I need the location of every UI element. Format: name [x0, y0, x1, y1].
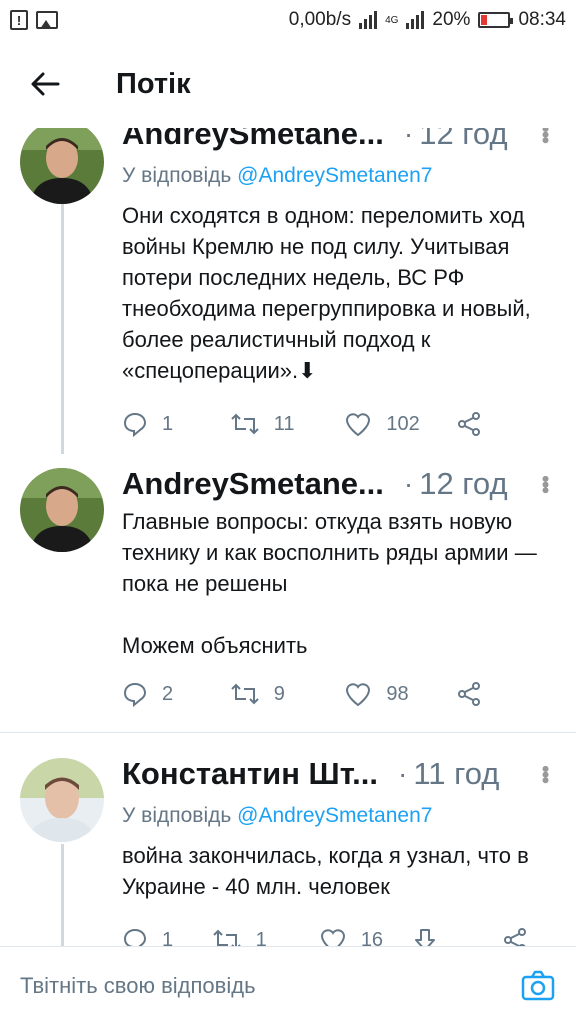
retweet-icon [212, 929, 241, 946]
page-title: Потік [116, 67, 191, 100]
more-options-icon[interactable]: ••• [533, 475, 558, 492]
reply-context: У відповідь @AndreySmetanen7 [122, 804, 432, 828]
like-button[interactable]: 16 [319, 927, 413, 946]
reply-icon [123, 928, 147, 946]
author-name[interactable]: AndreySmetane... [122, 128, 384, 152]
camera-icon[interactable] [520, 968, 556, 1004]
reply-button[interactable]: 1 [122, 927, 212, 946]
tweet-actions: 2 9 98 [122, 674, 496, 714]
reply-input[interactable]: Твітніть свою відповідь [20, 973, 520, 999]
reply-count: 1 [162, 412, 174, 435]
signal-icon [406, 11, 425, 29]
like-button[interactable]: 98 [344, 681, 456, 707]
share-icon [457, 412, 480, 436]
like-count: 16 [360, 928, 384, 947]
reply-button[interactable]: 2 [122, 681, 230, 707]
retweet-count: 9 [273, 682, 285, 705]
retweet-count: 1 [255, 928, 267, 947]
retweet-count: 11 [273, 412, 295, 435]
reply-icon [123, 412, 147, 437]
author-name[interactable]: Константин Шт... [122, 756, 378, 792]
reply-prefix: У відповідь [122, 164, 232, 187]
arrow-left-icon [31, 72, 60, 96]
network-type: 4G [385, 14, 399, 26]
share-icon [457, 682, 480, 706]
retweet-button[interactable]: 1 [212, 927, 319, 946]
image-icon [36, 11, 58, 29]
reply-handle-link[interactable]: @AndreySmetanen7 [237, 164, 432, 187]
signal-icon [359, 11, 378, 29]
heart-icon [346, 683, 371, 707]
divider [0, 732, 576, 733]
reply-prefix: У відповідь [122, 804, 232, 827]
tweet[interactable]: Константин Шт... · 11 год ••• У відповід… [0, 748, 576, 946]
clock: 08:34 [518, 9, 566, 30]
battery-percent: 20% [432, 9, 471, 30]
tweet-actions: 1 1 16 [122, 920, 542, 946]
network-speed: 0,00b/s [288, 9, 352, 30]
battery-icon [478, 12, 514, 28]
top-app-bar: Потік [0, 40, 576, 128]
retweet-button[interactable]: 11 [230, 411, 345, 437]
like-button[interactable]: 102 [344, 411, 456, 437]
retweet-button[interactable]: 9 [230, 681, 345, 707]
separator: · [403, 468, 414, 499]
tweet-text: война закончилась, когда я узнал, что в … [122, 843, 529, 899]
vote-down-button[interactable] [412, 927, 502, 946]
status-bar: ! 0,00b/s 4G 20% 08:34 [0, 0, 576, 40]
more-options-icon[interactable]: ••• [533, 765, 558, 782]
reply-button[interactable]: 1 [122, 411, 230, 437]
reply-handle-link[interactable]: @AndreySmetanen7 [237, 804, 432, 827]
reply-icon [123, 682, 147, 707]
reply-count: 1 [162, 928, 174, 947]
alert-icon: ! [10, 10, 28, 30]
avatar[interactable] [20, 468, 104, 552]
reply-context: У відповідь @AndreySmetanen7 [122, 164, 432, 188]
share-button[interactable] [456, 681, 496, 707]
tweet-text: Они сходятся в одном: переломить ход вой… [122, 203, 531, 383]
more-options-icon[interactable]: ••• [533, 128, 558, 143]
tweet-time: 11 год [413, 756, 500, 791]
reply-compose-bar[interactable]: Твітніть свою відповідь [0, 946, 576, 1024]
author-name[interactable]: AndreySmetane... [122, 466, 384, 502]
separator: · [398, 758, 408, 789]
heart-icon [320, 929, 345, 946]
arrow-down-icon [415, 929, 436, 946]
tweet-time: 12 год [419, 466, 508, 501]
avatar[interactable] [20, 128, 104, 204]
share-button[interactable] [502, 927, 542, 946]
tweet-actions: 1 11 102 [122, 404, 496, 444]
tweet-text: Главные вопросы: откуда взять новую техн… [122, 509, 537, 658]
share-icon [504, 928, 526, 946]
tweet[interactable]: AndreySmetane... · 12 год ••• У відповід… [0, 128, 576, 458]
avatar[interactable] [20, 758, 104, 842]
like-count: 98 [386, 682, 409, 705]
separator: · [403, 128, 414, 149]
like-count: 102 [386, 412, 420, 435]
tweet[interactable]: AndreySmetane... · 12 год ••• Главные во… [0, 458, 576, 728]
retweet-icon [231, 413, 259, 435]
thread-line [61, 204, 64, 454]
share-button[interactable] [456, 411, 496, 437]
tweet-time: 12 год [419, 128, 508, 151]
thread-line [61, 844, 64, 946]
heart-icon [346, 413, 371, 437]
back-button[interactable] [0, 40, 90, 128]
tweet-feed[interactable]: AndreySmetane... · 12 год ••• У відповід… [0, 128, 576, 946]
reply-count: 2 [162, 682, 174, 705]
retweet-icon [231, 683, 259, 705]
